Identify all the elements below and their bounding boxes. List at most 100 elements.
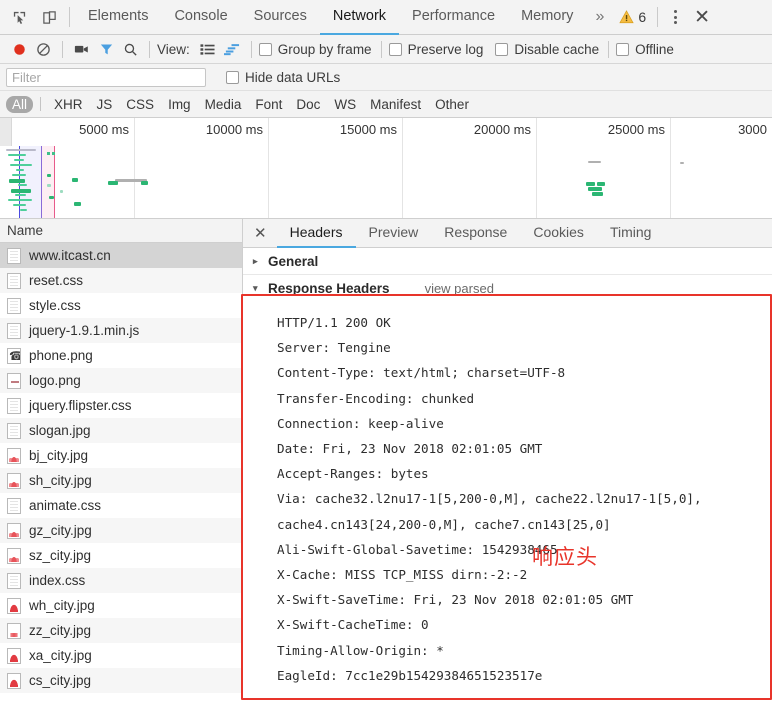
request-list: www.itcast.cn reset.css style.css jquery-1.… [0, 243, 242, 693]
inspect-element-icon[interactable] [6, 4, 32, 30]
hide-data-urls-box[interactable] [226, 70, 239, 84]
document-icon [7, 397, 21, 414]
warning-badge[interactable]: 6 [613, 9, 652, 25]
image-logo-icon [7, 372, 21, 389]
request-row[interactable]: bj_city.jpg [0, 443, 242, 468]
toolbar-divider-5 [608, 40, 610, 58]
overview-request-bar [592, 192, 603, 196]
type-filter-doc[interactable]: Doc [290, 96, 326, 113]
response-header-line: Via: cache32.l2nu17-1[5,200-0,M], cache2… [277, 491, 710, 532]
view-parsed-link[interactable]: view parsed [425, 281, 494, 296]
request-row[interactable]: gz_city.jpg [0, 518, 242, 543]
overview-request-bar [108, 181, 118, 185]
offline-checkbox[interactable]: Offline [616, 42, 674, 57]
chevron-right-icon: ▸ [253, 255, 258, 266]
close-devtools-icon[interactable]: ✕ [688, 6, 722, 29]
record-button[interactable] [7, 37, 31, 61]
more-options-icon[interactable] [663, 10, 688, 24]
group-by-frame-checkbox[interactable]: Group by frame [258, 42, 372, 57]
request-row[interactable]: cs_city.jpg [0, 668, 242, 693]
filter-input[interactable] [6, 67, 206, 87]
offline-box[interactable] [616, 42, 630, 56]
request-row[interactable]: wh_city.jpg [0, 593, 242, 618]
filter-icon[interactable] [94, 37, 118, 61]
request-row[interactable]: zz_city.jpg [0, 618, 242, 643]
request-row[interactable]: reset.css [0, 268, 242, 293]
toolbar-divider-4 [380, 40, 382, 58]
request-row[interactable]: logo.png [0, 368, 242, 393]
type-filter-ws[interactable]: WS [328, 96, 362, 113]
tab-network[interactable]: Network [319, 0, 400, 35]
image-icon [7, 547, 21, 564]
request-row[interactable]: xa_city.jpg [0, 643, 242, 668]
tab-memory[interactable]: Memory [508, 0, 586, 35]
hide-data-urls-label: Hide data URLs [245, 69, 341, 85]
type-filter-js[interactable]: JS [91, 96, 119, 113]
filter-row: Hide data URLs [0, 64, 772, 91]
more-tabs-icon[interactable]: » [586, 8, 613, 26]
list-view-icon[interactable] [196, 37, 220, 61]
request-row[interactable]: jquery-1.9.1.min.js [0, 318, 242, 343]
overview-request-bar [8, 154, 26, 156]
tab-console[interactable]: Console [161, 0, 240, 35]
tab-response[interactable]: Response [431, 219, 520, 248]
overview-request-bar [15, 194, 26, 196]
request-list-pane: Name www.itcast.cn reset.css style.css jque… [0, 219, 243, 695]
disable-cache-box[interactable] [495, 42, 509, 56]
overview-gridline [670, 118, 671, 218]
response-header-line: Content-Type: text/html; charset=UTF-8 [277, 365, 566, 381]
warning-count: 6 [638, 9, 647, 25]
general-section-header[interactable]: ▸ General [243, 248, 772, 275]
type-filter-all[interactable]: All [6, 95, 34, 113]
tab-headers[interactable]: Headers [276, 219, 356, 248]
overview-request-bar [14, 159, 24, 161]
warning-triangle-icon [619, 10, 635, 24]
preserve-log-checkbox[interactable]: Preserve log [388, 42, 483, 57]
preserve-log-box[interactable] [388, 42, 402, 56]
request-row[interactable]: jquery.flipster.css [0, 393, 242, 418]
request-row[interactable]: sh_city.jpg [0, 468, 242, 493]
network-control-toolbar: View: Group by frame Preserve log Disabl… [0, 35, 772, 64]
type-filter-xhr[interactable]: XHR [48, 96, 89, 113]
waterfall-view-icon[interactable] [220, 37, 244, 61]
overview-request-bar [8, 199, 32, 201]
search-icon[interactable] [118, 37, 142, 61]
tab-performance[interactable]: Performance [399, 0, 508, 35]
response-headers-raw-text[interactable]: HTTP/1.1 200 OK Server: Tengine Content-Ty… [243, 302, 772, 694]
type-filter-font[interactable]: Font [249, 96, 288, 113]
image-flat-icon [7, 622, 21, 639]
response-headers-section-header[interactable]: ▾ Response Headers view parsed [243, 275, 772, 302]
tab-elements[interactable]: Elements [75, 0, 161, 35]
type-filter-manifest[interactable]: Manifest [364, 96, 427, 113]
clear-button[interactable] [31, 37, 55, 61]
resource-type-filters: All XHR JS CSS Img Media Font Doc WS Man… [0, 91, 772, 118]
tab-preview[interactable]: Preview [356, 219, 432, 248]
response-header-line: Transfer-Encoding: chunked [277, 390, 475, 406]
response-headers-section-title: Response Headers [268, 281, 390, 296]
capture-screenshots-icon[interactable] [70, 37, 94, 61]
request-row[interactable]: phone.png [0, 343, 242, 368]
tab-cookies[interactable]: Cookies [520, 219, 597, 248]
type-filter-other[interactable]: Other [429, 96, 475, 113]
request-row[interactable]: sz_city.jpg [0, 543, 242, 568]
close-details-icon[interactable]: ✕ [243, 224, 277, 242]
overview-tick-label: 3000 [738, 122, 767, 137]
group-by-frame-box[interactable] [258, 42, 272, 56]
disable-cache-checkbox[interactable]: Disable cache [495, 42, 599, 57]
request-row[interactable]: animate.css [0, 493, 242, 518]
request-row[interactable]: www.itcast.cn [0, 243, 242, 268]
request-row[interactable]: slogan.jpg [0, 418, 242, 443]
request-row[interactable]: index.css [0, 568, 242, 593]
type-filter-css[interactable]: CSS [120, 96, 160, 113]
type-filter-media[interactable]: Media [199, 96, 248, 113]
request-row[interactable]: style.css [0, 293, 242, 318]
tab-sources[interactable]: Sources [241, 0, 320, 35]
device-toolbar-icon[interactable] [36, 4, 62, 30]
hide-data-urls-checkbox[interactable]: Hide data URLs [226, 70, 340, 85]
network-timeline-overview[interactable]: 5000 ms 10000 ms 15000 ms 20000 ms 25000… [0, 118, 772, 219]
type-filter-img[interactable]: Img [162, 96, 197, 113]
tab-timing[interactable]: Timing [597, 219, 665, 248]
devtools-window: Elements Console Sources Network Perform… [0, 0, 772, 706]
request-list-header[interactable]: Name [0, 219, 242, 243]
document-icon [7, 297, 21, 314]
